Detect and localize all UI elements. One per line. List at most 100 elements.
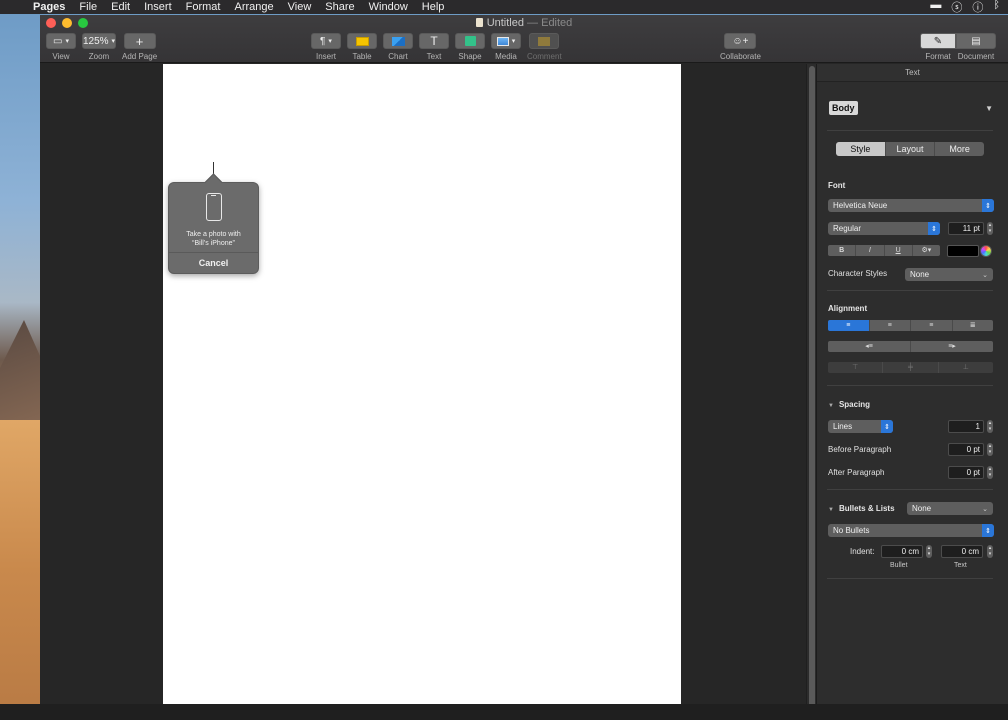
collaborate-label: Collaborate — [720, 52, 761, 61]
titlebar: Untitled — Edited ▭ ▾ View 125% ▾ Zoom + A… — [40, 15, 1008, 63]
shape-button[interactable] — [455, 33, 485, 49]
font-size-field[interactable]: 11 pt — [948, 222, 984, 235]
text-button[interactable]: T — [419, 33, 449, 49]
align-middle-button[interactable]: ╪ — [883, 362, 939, 373]
font-style-buttons: B I U ⚙▾ — [828, 245, 940, 256]
line-spacing-field[interactable]: 1 — [948, 420, 984, 433]
document-canvas[interactable]: Take a photo with “Bill’s iPhone” Cancel — [40, 64, 806, 720]
indent-label: Indent: — [850, 547, 875, 556]
after-paragraph-label: After Paragraph — [828, 468, 885, 477]
continuity-camera-popover: Take a photo with “Bill’s iPhone” Cancel — [168, 182, 259, 274]
text-options-button[interactable]: ⚙▾ — [912, 245, 940, 256]
menu-share[interactable]: Share — [318, 1, 361, 13]
line-spacing-stepper[interactable]: ▴ ▾ — [987, 420, 993, 433]
font-size-stepper[interactable]: ▴ ▾ — [987, 222, 993, 235]
bullet-indent-field[interactable]: 0 cm — [881, 545, 923, 558]
decrease-indent-button[interactable]: ◂≡ — [828, 341, 911, 352]
font-section-title: Font — [828, 181, 846, 190]
text-indent-field[interactable]: 0 cm — [941, 545, 983, 558]
align-justify-button[interactable]: ≣ — [952, 320, 993, 331]
table-control: Table — [347, 33, 377, 61]
bullets-section-title[interactable]: ▼ Bullets & Lists — [828, 504, 895, 513]
menu-insert[interactable]: Insert — [137, 1, 179, 13]
text-color-well[interactable] — [947, 245, 979, 257]
inspector-toggle: ✎ ▤ Format Document — [920, 33, 996, 61]
bold-button[interactable]: B — [828, 245, 857, 256]
before-paragraph-field[interactable]: 0 pt — [948, 443, 984, 456]
popup-arrows-icon: ⇕ — [928, 222, 940, 235]
tab-more[interactable]: More — [935, 142, 984, 156]
underline-button[interactable]: U — [884, 245, 913, 256]
shape-icon — [464, 36, 476, 46]
menu-format[interactable]: Format — [179, 1, 228, 13]
menu-pages[interactable]: Pages — [26, 1, 72, 13]
line-spacing-popup[interactable]: Lines ⇕ — [828, 420, 893, 433]
align-right-button[interactable]: ≡ — [911, 320, 953, 331]
spacing-section-title[interactable]: ▼ Spacing — [828, 400, 870, 409]
menu-help[interactable]: Help — [415, 1, 452, 13]
bullet-indent-stepper[interactable]: ▴ ▾ — [926, 545, 932, 558]
comment-button[interactable] — [529, 33, 560, 49]
media-button[interactable]: ▾ — [491, 33, 521, 49]
align-top-button[interactable]: ⊤ — [828, 362, 884, 373]
document-icon — [475, 18, 483, 27]
vertical-scrollbar[interactable] — [806, 64, 816, 720]
chevron-down-icon: ⌄ — [982, 271, 988, 279]
table-icon — [355, 36, 369, 46]
sidebar-icon: ▭ — [53, 35, 63, 47]
character-styles-popup[interactable]: None ⌄ — [905, 268, 993, 281]
add-page-button[interactable]: + — [123, 33, 156, 49]
popover-cancel-button[interactable]: Cancel — [169, 258, 258, 268]
typeface-popup[interactable]: Regular ⇕ — [828, 222, 940, 235]
after-paragraph-field[interactable]: 0 pt — [948, 466, 984, 479]
chart-button[interactable] — [383, 33, 413, 49]
gear-icon: ⚙ — [921, 247, 928, 254]
font-family-popup[interactable]: Helvetica Neue ⇕ — [828, 199, 994, 212]
info-icon[interactable]: ⓘ — [972, 0, 983, 15]
italic-button[interactable]: I — [856, 245, 885, 256]
view-control: ▭ ▾ View — [46, 33, 76, 61]
popup-arrows-icon: ⇕ — [982, 524, 994, 537]
list-style-popup[interactable]: None ⌄ — [907, 502, 993, 515]
divider — [827, 290, 993, 291]
scrollbar-thumb[interactable] — [809, 66, 815, 708]
align-left-button[interactable]: ≡ — [828, 320, 870, 331]
after-paragraph-stepper[interactable]: ▴ ▾ — [987, 466, 993, 479]
color-wheel-icon[interactable] — [980, 245, 992, 257]
comment-control: Comment — [527, 33, 562, 61]
menu-arrange[interactable]: Arrange — [227, 1, 280, 13]
menu-window[interactable]: Window — [362, 1, 415, 13]
menu-edit[interactable]: Edit — [104, 1, 137, 13]
status-menus: ▬ ⓢ ⓘ ᛒ — [930, 0, 1008, 15]
skype-icon[interactable]: ⓢ — [951, 0, 962, 15]
text-box-icon: T — [430, 34, 438, 48]
paragraph-style-popup[interactable]: Body ▼ — [829, 101, 993, 115]
document-page[interactable] — [163, 64, 681, 720]
tab-style[interactable]: Style — [836, 142, 886, 156]
divider — [827, 578, 993, 579]
document-button[interactable]: ▤ — [956, 33, 996, 49]
zoom-button[interactable]: 125% ▾ — [82, 33, 116, 49]
menu-view[interactable]: View — [281, 1, 319, 13]
before-paragraph-stepper[interactable]: ▴ ▾ — [987, 443, 993, 456]
menu-file[interactable]: File — [72, 1, 104, 13]
chart-control: Chart — [383, 33, 413, 61]
text-indent-stepper[interactable]: ▴ ▾ — [987, 545, 993, 558]
increase-indent-button[interactable]: ≡▸ — [911, 341, 993, 352]
tab-layout[interactable]: Layout — [886, 142, 936, 156]
keyboard-icon[interactable]: ▬ — [930, 0, 941, 15]
format-button[interactable]: ✎ — [920, 33, 956, 49]
align-bottom-button[interactable]: ⊥ — [938, 362, 993, 373]
bullet-type-popup[interactable]: No Bullets ⇕ — [828, 524, 994, 537]
view-button[interactable]: ▭ ▾ — [46, 33, 76, 49]
collaborate-button[interactable]: ☺+ — [724, 33, 757, 49]
view-label: View — [52, 52, 70, 61]
zoom-label: Zoom — [88, 52, 110, 61]
table-button[interactable] — [347, 33, 377, 49]
insert-button[interactable]: ¶ ▾ — [311, 33, 341, 49]
text-indent-caption: Text — [954, 562, 967, 569]
align-center-button[interactable]: ≡ — [869, 320, 911, 331]
bluetooth-icon[interactable]: ᛒ — [993, 0, 1000, 15]
window-title: Untitled — Edited — [40, 17, 1008, 29]
chevron-down-icon: ▼ — [985, 103, 993, 113]
